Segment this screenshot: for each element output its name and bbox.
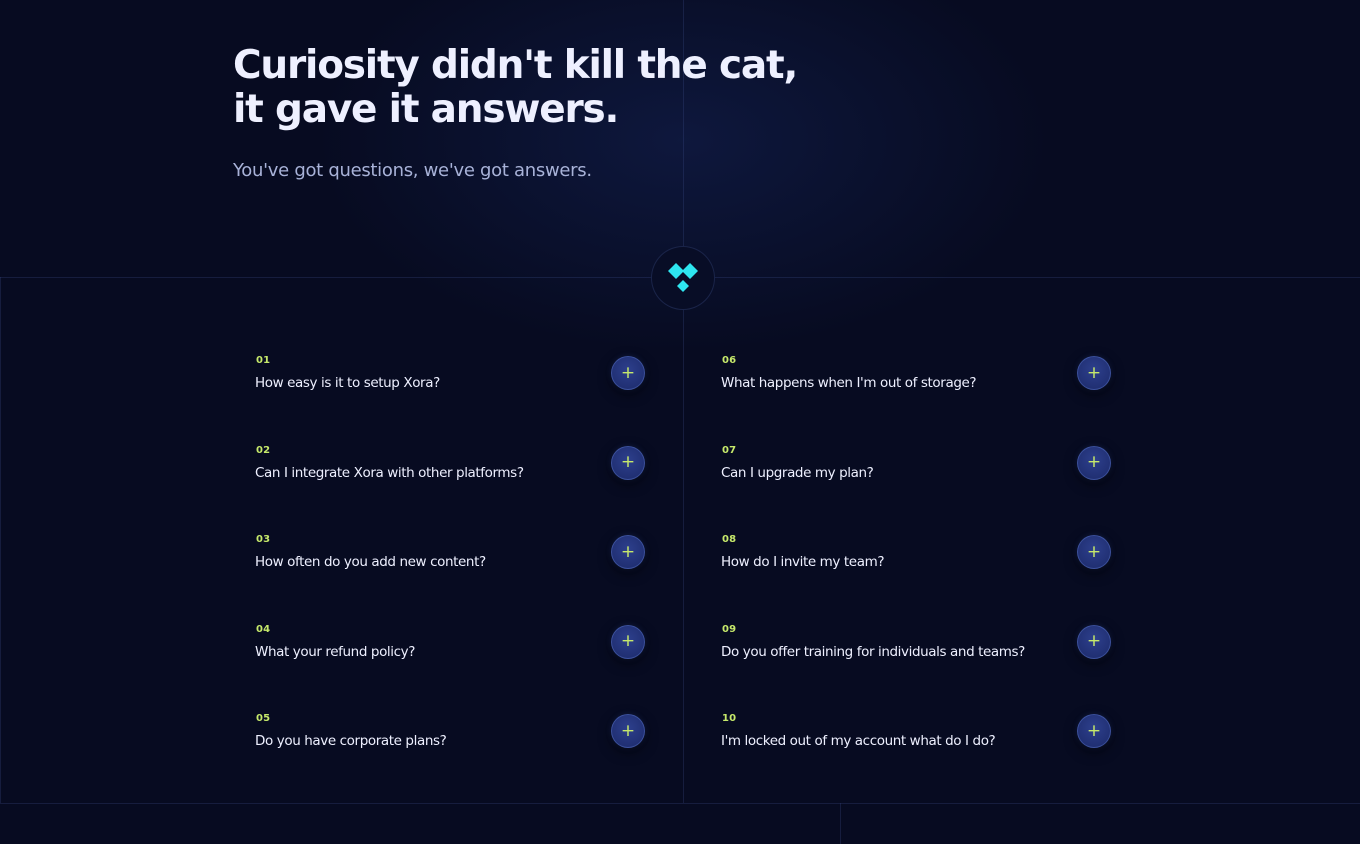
faq-question[interactable]: Do you have corporate plans? <box>255 733 447 749</box>
faq-item[interactable]: 06 What happens when I'm out of storage? + <box>721 345 1111 435</box>
faq-question[interactable]: Can I upgrade my plan? <box>721 465 874 481</box>
faq-header: Curiosity didn't kill the cat, it gave i… <box>233 44 853 182</box>
faq-number: 09 <box>722 623 737 635</box>
faq-item[interactable]: 10 I'm locked out of my account what do I… <box>721 703 1111 793</box>
bottom-divider <box>0 803 1360 804</box>
faq-column-right: 06 What happens when I'm out of storage? +… <box>721 345 1111 793</box>
left-border <box>0 277 1 803</box>
plus-icon: + <box>620 720 636 741</box>
faq-expand-button[interactable]: + <box>1077 356 1111 390</box>
faq-question[interactable]: How do I invite my team? <box>721 554 884 570</box>
faq-item[interactable]: 03 How often do you add new content? + <box>255 524 645 614</box>
page-subtitle: You've got questions, we've got answers. <box>233 160 592 181</box>
faq-expand-button[interactable]: + <box>611 445 645 480</box>
faq-question[interactable]: How often do you add new content? <box>255 554 486 570</box>
faq-expand-button[interactable]: + <box>611 535 645 569</box>
faq-column-left: 01 How easy is it to setup Xora? +02 Can I … <box>255 345 645 793</box>
faq-question[interactable]: How easy is it to setup Xora? <box>255 375 440 391</box>
faq-number: 03 <box>256 534 271 545</box>
plus-icon: + <box>620 452 636 472</box>
plus-icon: + <box>1086 362 1102 383</box>
faq-item[interactable]: 01 How easy is it to setup Xora? + <box>255 345 645 435</box>
plus-icon: + <box>620 362 636 383</box>
faq-number: 08 <box>722 534 737 545</box>
bottom-section-divider <box>840 803 841 844</box>
faq-section: Curiosity didn't kill the cat, it gave i… <box>0 0 1360 844</box>
faq-number: 01 <box>256 355 271 366</box>
faq-expand-button[interactable]: + <box>1077 535 1111 569</box>
faq-item[interactable]: 02 Can I integrate Xora with other platfo… <box>255 435 645 525</box>
faq-question[interactable]: What your refund policy? <box>255 644 415 660</box>
page-title-line-2: it gave it answers. <box>233 87 619 132</box>
faq-number: 07 <box>722 444 737 456</box>
logo-badge <box>651 246 715 310</box>
plus-icon: + <box>1086 452 1102 472</box>
faq-question[interactable]: I'm locked out of my account what do I d… <box>721 733 996 749</box>
faq-question[interactable]: Do you offer training for individuals an… <box>721 644 1025 660</box>
xora-diamond-logo-icon <box>668 263 698 292</box>
faq-item[interactable]: 09 Do you offer training for individuals … <box>721 614 1111 704</box>
plus-icon: + <box>620 541 636 562</box>
faq-question[interactable]: What happens when I'm out of storage? <box>721 375 977 391</box>
faq-item[interactable]: 04 What your refund policy? + <box>255 614 645 704</box>
faq-item[interactable]: 07 Can I upgrade my plan? + <box>721 435 1111 525</box>
plus-icon: + <box>620 631 636 651</box>
plus-icon: + <box>1086 541 1102 562</box>
page-title-line-1: Curiosity didn't kill the cat, <box>233 43 798 88</box>
page-title: Curiosity didn't kill the cat, it gave i… <box>233 44 853 132</box>
faq-number: 04 <box>256 623 271 635</box>
faq-item[interactable]: 08 How do I invite my team? + <box>721 524 1111 614</box>
faq-expand-button[interactable]: + <box>611 624 645 659</box>
faq-number: 06 <box>722 355 737 366</box>
faq-number: 10 <box>722 713 737 724</box>
faq-expand-button[interactable]: + <box>1077 714 1111 748</box>
plus-icon: + <box>1086 631 1102 651</box>
faq-expand-button[interactable]: + <box>1077 445 1111 480</box>
faq-number: 05 <box>256 713 271 724</box>
faq-question[interactable]: Can I integrate Xora with other platform… <box>255 465 524 481</box>
faq-item[interactable]: 05 Do you have corporate plans? + <box>255 703 645 793</box>
faq-expand-button[interactable]: + <box>611 714 645 748</box>
faq-expand-button[interactable]: + <box>611 356 645 390</box>
plus-icon: + <box>1086 720 1102 741</box>
faq-expand-button[interactable]: + <box>1077 624 1111 659</box>
faq-number: 02 <box>256 444 271 456</box>
